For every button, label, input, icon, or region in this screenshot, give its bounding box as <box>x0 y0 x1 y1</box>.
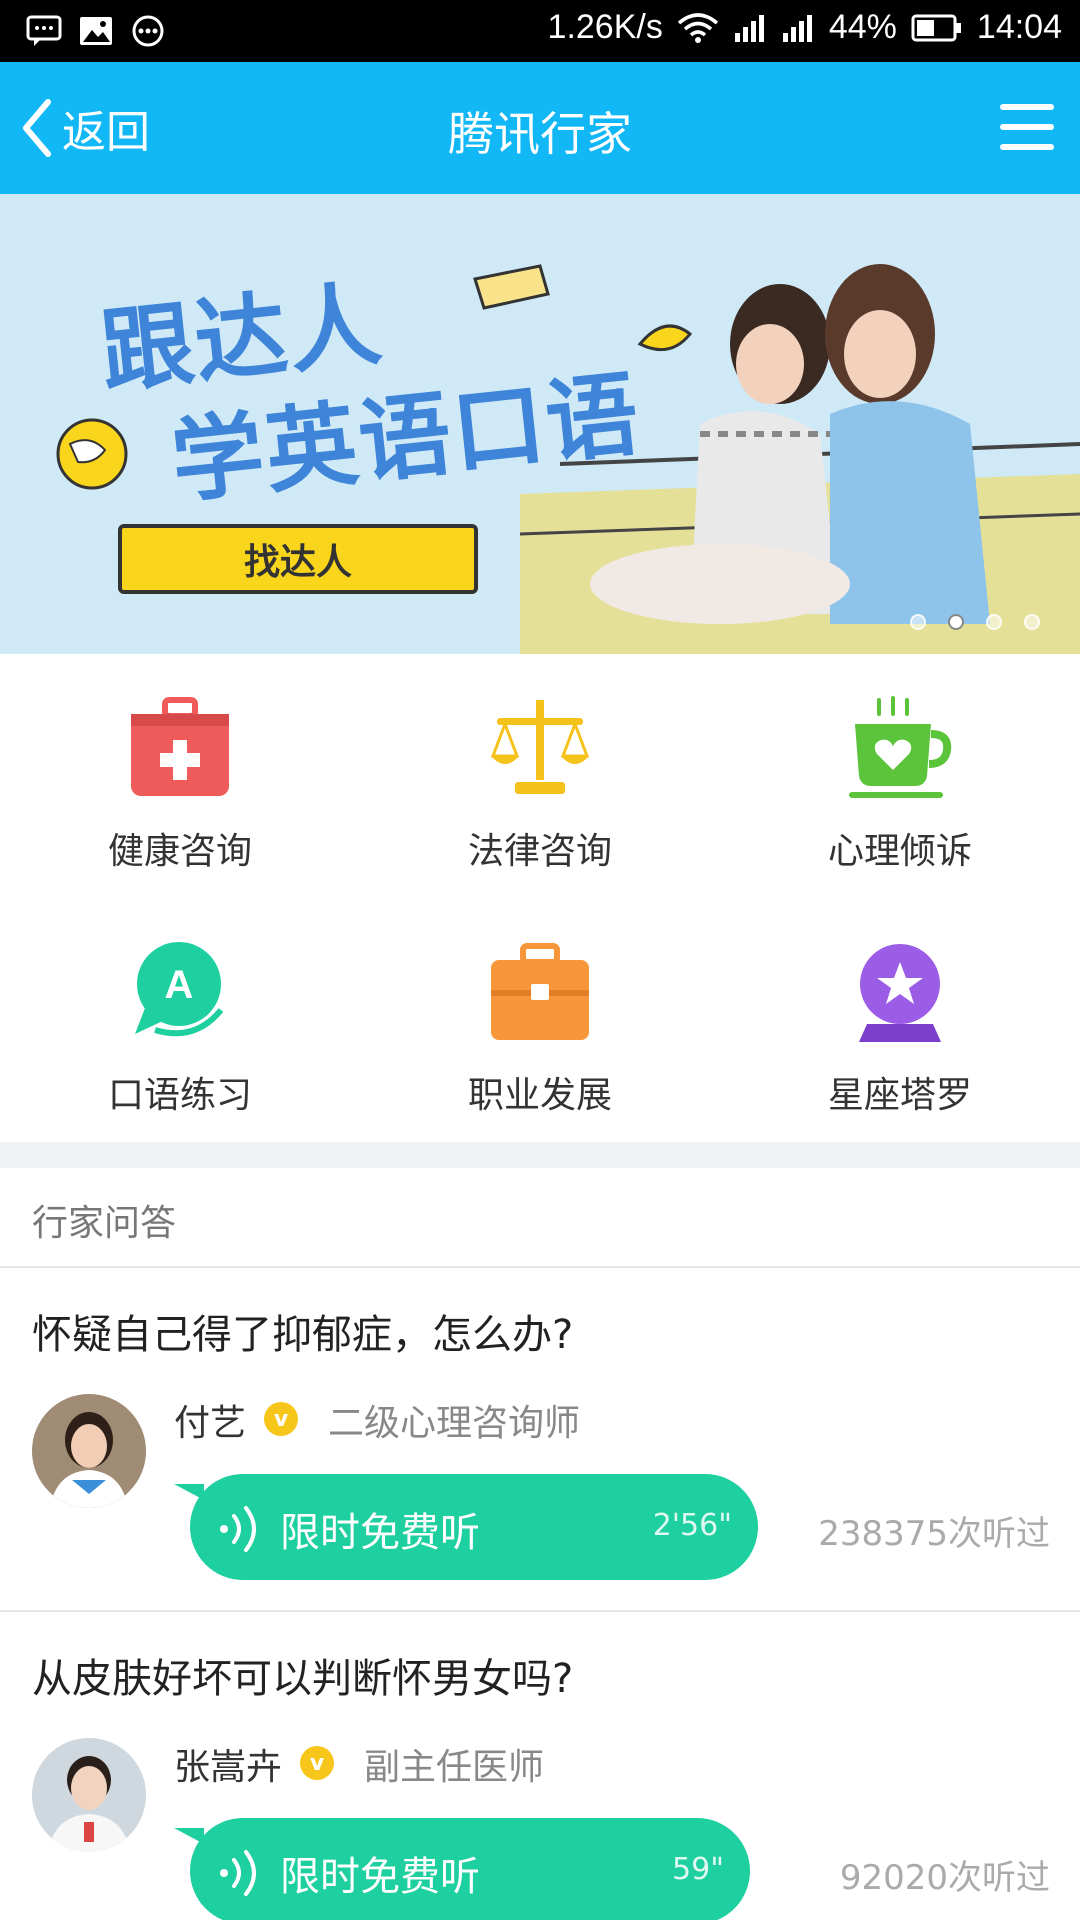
coffee-heart-icon <box>849 696 952 798</box>
scales-icon <box>490 700 590 794</box>
svg-text:A: A <box>165 963 194 1007</box>
play-audio-button[interactable]: 限时免费听 2'56" <box>174 1474 758 1580</box>
category-label: 职业发展 <box>467 1075 612 1116</box>
category-label: 心理倾诉 <box>827 831 972 872</box>
audio-duration: 2'56" <box>652 1508 732 1543</box>
expert-name: 张嵩卉 <box>174 1747 283 1788</box>
expert-name: 付艺 <box>174 1403 247 1444</box>
category-psychology[interactable]: 心理倾诉 <box>720 654 1080 874</box>
avatar-image <box>32 1738 146 1852</box>
pager-dot <box>910 614 926 630</box>
clock: 14:04 <box>976 8 1062 46</box>
avatar-image <box>32 1394 146 1508</box>
verified-badge-icon: v <box>300 1746 334 1780</box>
sound-wave-icon <box>220 1506 256 1552</box>
expert-title: 二级心理咨询师 <box>328 1403 581 1444</box>
image-icon <box>80 17 112 45</box>
status-bar-notifications <box>26 14 166 48</box>
qa-item[interactable]: 从皮肤好坏可以判断怀男女吗? 张嵩卉 v 副主任医师 限时免费听 59" 920… <box>0 1612 1080 1920</box>
play-label: 限时免费听 <box>280 1510 480 1556</box>
avatar[interactable] <box>32 1394 146 1508</box>
category-grid: 健康咨询 法律咨询 心理倾诉 A 口语练习 职业发展 星座塔罗 <box>0 654 1080 1142</box>
category-label: 健康咨询 <box>107 831 252 872</box>
qa-question: 怀疑自己得了抑郁症，怎么办? <box>32 1312 574 1358</box>
play-audio-button[interactable]: 限时免费听 59" <box>174 1818 750 1920</box>
status-bar-system: 1.26K/s 44% 14:04 <box>548 8 1062 47</box>
pager-dot <box>1024 614 1040 630</box>
category-label: 口语练习 <box>107 1075 252 1116</box>
pager-dot <box>986 614 1002 630</box>
more-icon <box>132 15 164 47</box>
listen-count: 92020次听过 <box>839 1858 1050 1898</box>
category-speaking[interactable]: A 口语练习 <box>0 898 360 1118</box>
category-label: 星座塔罗 <box>827 1075 972 1116</box>
network-speed: 1.26K/s <box>547 8 663 46</box>
battery-icon <box>911 14 961 41</box>
audio-duration: 59" <box>672 1852 724 1887</box>
sound-wave-icon <box>220 1850 256 1896</box>
section-header: 行家问答 <box>0 1168 1080 1268</box>
category-label: 法律咨询 <box>467 831 612 872</box>
promo-banner[interactable]: 跟达人 学英语口语 找达人 <box>0 194 1080 654</box>
wifi-icon <box>677 12 718 43</box>
speech-bubble-a-icon: A <box>135 942 224 1037</box>
banner-pager <box>910 614 1040 630</box>
menu-button[interactable] <box>1000 102 1054 152</box>
pager-dot-active <box>948 614 964 630</box>
nav-bar: 返回 腾讯行家 <box>0 62 1080 194</box>
section-title: 行家问答 <box>32 1203 177 1244</box>
category-astrology[interactable]: 星座塔罗 <box>720 898 1080 1118</box>
avatar[interactable] <box>32 1738 146 1852</box>
play-label: 限时免费听 <box>280 1854 480 1900</box>
category-legal[interactable]: 法律咨询 <box>360 654 720 874</box>
briefcase-icon <box>491 943 589 1040</box>
signal-icon <box>734 14 764 42</box>
page-title: 腾讯行家 <box>448 107 632 161</box>
category-career[interactable]: 职业发展 <box>360 898 720 1118</box>
status-bar: 1.26K/s 44% 14:04 <box>0 0 1080 62</box>
crystal-ball-icon <box>859 944 941 1042</box>
qa-question: 从皮肤好坏可以判断怀男女吗? <box>32 1656 574 1702</box>
category-health[interactable]: 健康咨询 <box>0 654 360 874</box>
signal-icon <box>782 14 812 42</box>
menu-icon <box>1000 104 1054 110</box>
section-divider <box>0 1142 1080 1168</box>
message-icon <box>26 15 62 46</box>
battery-percent: 44% <box>828 8 897 46</box>
listen-count: 238375次听过 <box>818 1514 1050 1554</box>
verified-badge-icon: v <box>264 1402 298 1436</box>
expert-title: 副主任医师 <box>364 1747 545 1788</box>
medical-kit-icon <box>131 697 229 796</box>
banner-cta-button[interactable]: 找达人 <box>118 524 478 594</box>
qa-item[interactable]: 怀疑自己得了抑郁症，怎么办? 付艺 v 二级心理咨询师 限时免费听 2'56" … <box>0 1268 1080 1612</box>
